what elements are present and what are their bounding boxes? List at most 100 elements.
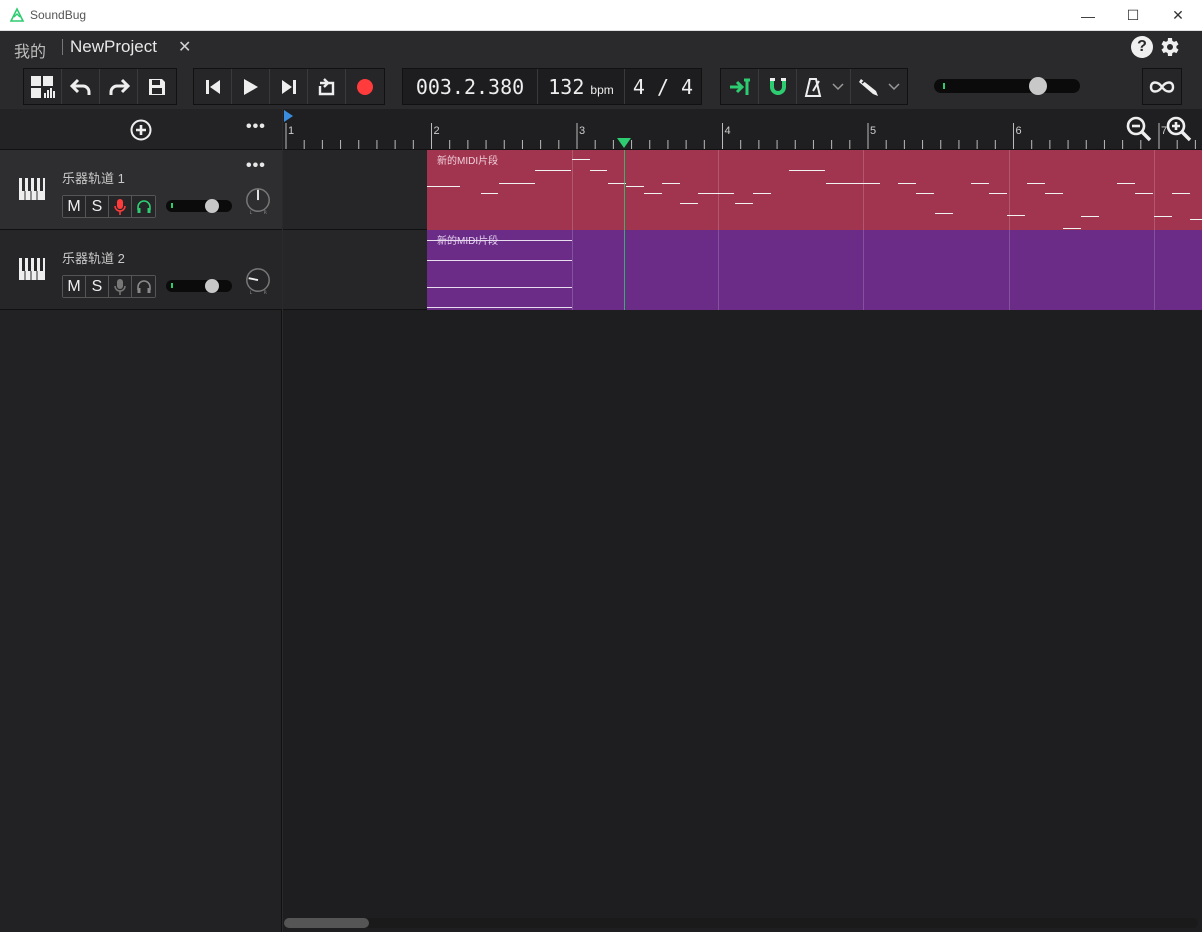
tab-home[interactable]: 我的	[14, 38, 46, 62]
zoom-out-icon[interactable]	[1126, 116, 1152, 142]
solo-button[interactable]: S	[86, 196, 109, 217]
midi-note[interactable]	[789, 170, 825, 171]
midi-note[interactable]	[753, 193, 771, 194]
midi-clip[interactable]: 新的MIDI片段	[427, 230, 1202, 310]
midi-note[interactable]	[626, 186, 644, 187]
track-name[interactable]: 乐器轨道 2	[62, 248, 125, 267]
midi-clip[interactable]: 新的MIDI片段	[427, 150, 1202, 230]
skip-to-start-button[interactable]	[194, 69, 232, 104]
close-window-button[interactable]: ✕	[1155, 0, 1201, 31]
infinite-loop-button[interactable]	[1143, 69, 1181, 104]
tools-button-group	[720, 68, 908, 105]
gear-icon[interactable]	[1157, 35, 1181, 59]
track-volume-slider[interactable]	[166, 278, 232, 294]
play-button[interactable]	[232, 69, 270, 104]
loop-button[interactable]	[308, 69, 346, 104]
monitor-button[interactable]	[132, 196, 155, 217]
midi-note[interactable]	[427, 186, 460, 187]
master-volume-knob[interactable]	[1029, 77, 1047, 95]
timeline-ruler[interactable]: 1234567	[283, 109, 1202, 150]
midi-note[interactable]	[427, 307, 572, 308]
record-button[interactable]	[346, 69, 384, 104]
track-volume-knob[interactable]	[205, 279, 219, 293]
follow-arrow-icon	[729, 78, 750, 95]
solo-button[interactable]: S	[86, 276, 109, 297]
midi-note[interactable]	[481, 193, 498, 194]
record-arm-button[interactable]	[109, 196, 132, 217]
mute-button[interactable]: M	[63, 196, 86, 217]
midi-note[interactable]	[1007, 215, 1025, 216]
close-tab-icon[interactable]: ✕	[178, 37, 191, 57]
pencil-tool-button[interactable]	[851, 69, 907, 104]
midi-note[interactable]	[1027, 183, 1045, 184]
midi-note[interactable]	[535, 170, 571, 171]
track-lane-1[interactable]: 新的MIDI片段	[283, 150, 1202, 230]
midi-note[interactable]	[1135, 193, 1153, 194]
midi-note[interactable]	[427, 287, 572, 288]
snap-magnet-button[interactable]	[759, 69, 797, 104]
midi-note[interactable]	[1117, 183, 1135, 184]
undo-button[interactable]	[62, 69, 100, 104]
midi-note[interactable]	[499, 183, 535, 184]
time-signature-display[interactable]: 4 / 4	[625, 69, 701, 104]
track-more-icon[interactable]: •••	[246, 157, 266, 175]
position-display[interactable]: 003.2.380	[403, 69, 538, 104]
midi-note[interactable]	[1190, 219, 1202, 220]
midi-note[interactable]	[989, 193, 1007, 194]
pan-knob[interactable]: L R	[244, 187, 272, 215]
horizontal-scrollbar-thumb[interactable]	[284, 918, 369, 928]
maximize-button[interactable]: ☐	[1110, 0, 1156, 31]
midi-note[interactable]	[826, 183, 862, 184]
midi-note[interactable]	[898, 183, 916, 184]
midi-note[interactable]	[971, 183, 989, 184]
midi-note[interactable]	[916, 193, 934, 194]
loop-start-marker-icon[interactable]	[283, 109, 295, 123]
track-volume-knob[interactable]	[205, 199, 219, 213]
midi-note[interactable]	[427, 240, 572, 241]
track-name[interactable]: 乐器轨道 1	[62, 168, 125, 187]
save-button[interactable]	[138, 69, 176, 104]
minimize-button[interactable]: —	[1065, 0, 1111, 31]
midi-note[interactable]	[1154, 216, 1172, 217]
midi-note[interactable]	[698, 193, 734, 194]
add-track-icon[interactable]	[130, 119, 152, 141]
midi-note[interactable]	[1172, 193, 1190, 194]
midi-note[interactable]	[1063, 228, 1081, 229]
arrangement-area[interactable]: 新的MIDI片段 新的MIDI片段	[283, 150, 1202, 932]
clip-bar-line	[718, 150, 719, 230]
midi-note[interactable]	[935, 213, 953, 214]
track-lane-2[interactable]: 新的MIDI片段	[283, 230, 1202, 310]
track-header-2[interactable]: 乐器轨道 2 M S L R	[0, 230, 282, 310]
pan-knob[interactable]: L R	[244, 267, 272, 295]
midi-note[interactable]	[662, 183, 680, 184]
midi-note[interactable]	[1045, 193, 1063, 194]
redo-button[interactable]	[100, 69, 138, 104]
midi-note[interactable]	[590, 170, 607, 171]
midi-note[interactable]	[862, 183, 880, 184]
mixer-view-button[interactable]	[24, 69, 62, 104]
track-controls: M S	[62, 275, 156, 298]
midi-note[interactable]	[1081, 216, 1099, 217]
track-header-1[interactable]: 乐器轨道 1 ••• M S L R	[0, 150, 282, 230]
skip-to-end-button[interactable]	[270, 69, 308, 104]
horizontal-scrollbar[interactable]	[284, 918, 1198, 928]
track-volume-slider[interactable]	[166, 198, 232, 214]
mute-button[interactable]: M	[63, 276, 86, 297]
midi-note[interactable]	[427, 260, 572, 261]
midi-note[interactable]	[572, 159, 590, 160]
tab-project[interactable]: NewProject	[70, 37, 157, 57]
record-arm-button[interactable]	[109, 276, 132, 297]
master-volume-slider[interactable]	[934, 76, 1080, 96]
tempo-display[interactable]: 132 bpm	[538, 69, 625, 104]
monitor-button[interactable]	[132, 276, 155, 297]
midi-note[interactable]	[735, 203, 753, 204]
track-list-more-icon[interactable]: •••	[246, 118, 266, 136]
zoom-in-icon[interactable]	[1166, 116, 1192, 142]
metronome-button[interactable]	[797, 69, 851, 104]
midi-note[interactable]	[680, 203, 698, 204]
midi-note[interactable]	[644, 193, 662, 194]
follow-playhead-button[interactable]	[721, 69, 759, 104]
play-icon	[243, 78, 258, 95]
help-icon[interactable]: ?	[1131, 36, 1153, 58]
playhead-marker-icon[interactable]	[616, 137, 632, 149]
